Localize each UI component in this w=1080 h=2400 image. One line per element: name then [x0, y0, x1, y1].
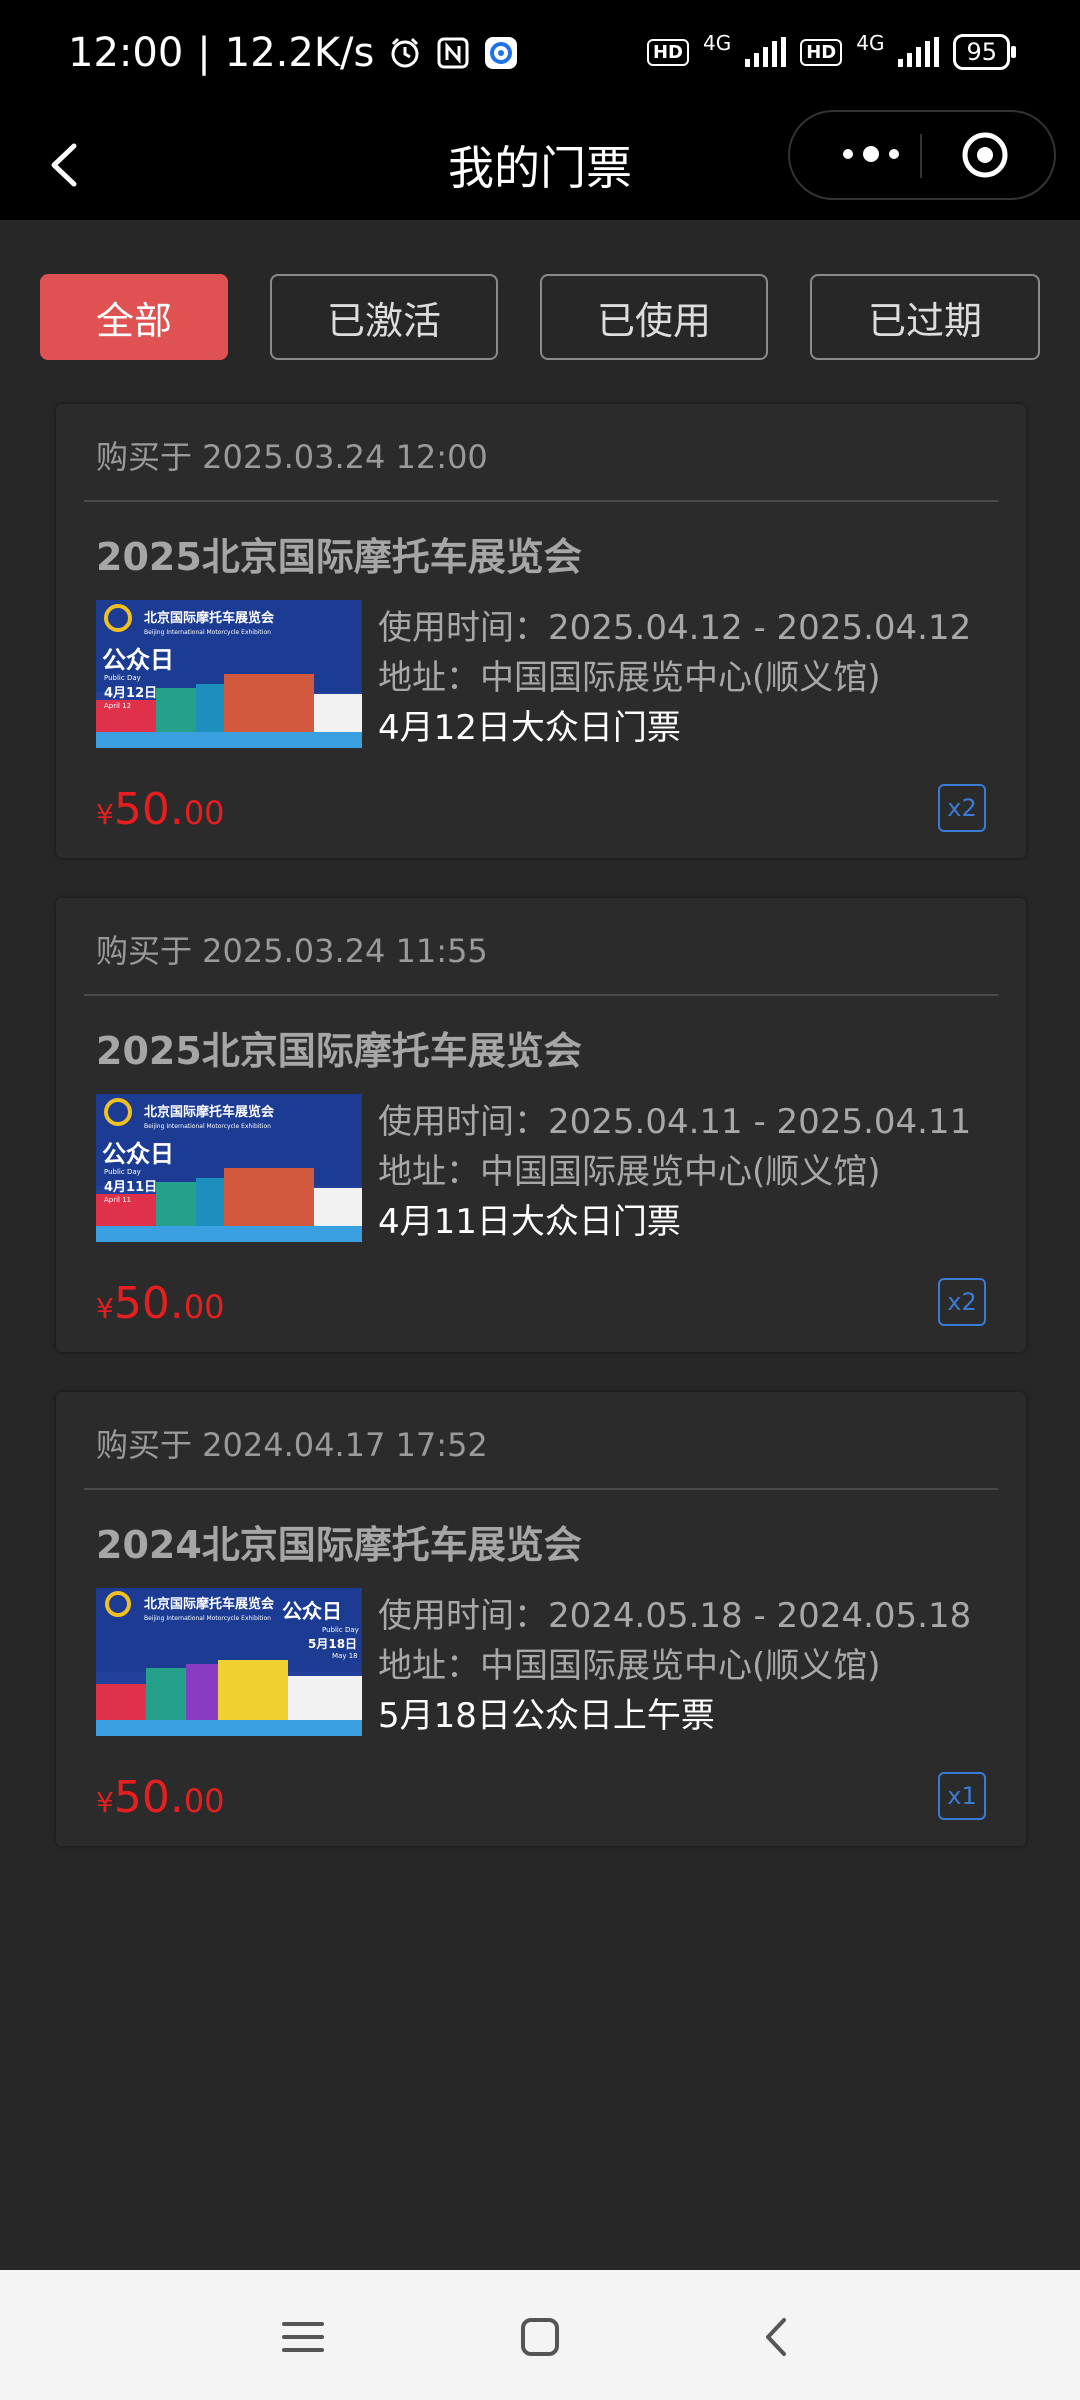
ticket-poster-image: 北京国际摩托车展览会 Beijing International Motorcy… [96, 1094, 362, 1242]
hd-badge-2: HD [800, 38, 843, 66]
app-notification-icon [484, 36, 518, 70]
venue-address: 地址：中国国际展览中心(顺义馆) [378, 1152, 881, 1192]
network-label-1: 4G [702, 31, 732, 55]
ticket-thumbnail: 北京国际摩托车展览会 Beijing International Motorcy… [96, 600, 362, 748]
poster-date-en-text: April 11 [104, 1196, 131, 1204]
price-integer: 50. [113, 1772, 184, 1823]
venue-address: 地址：中国国际展览中心(顺义馆) [378, 658, 881, 698]
price-integer: 50. [113, 1278, 184, 1329]
network-label-2: 4G [856, 31, 885, 55]
nav-bar: 我的门票 [0, 110, 1080, 220]
quantity-badge: x1 [938, 1772, 986, 1820]
poster-day-en-text: Public Day [104, 1168, 141, 1176]
home-square-icon [521, 2318, 559, 2356]
quantity-badge: x2 [938, 784, 986, 832]
ticket-poster-image: 北京国际摩托车展览会 Beijing International Motorcy… [96, 600, 362, 748]
price-currency: ¥ [96, 1786, 114, 1819]
poster-date-text: 5月18日 [308, 1637, 357, 1651]
status-bar: 12:00 | 12.2K/s HD 4G HD 4G 95 [0, 0, 1080, 110]
ticket-title: 2025北京国际摩托车展览会 [96, 1029, 582, 1073]
ticket-price: ¥50.00 [96, 1278, 225, 1329]
ticket-thumbnail: 北京国际摩托车展览会 Beijing International Motorcy… [96, 1094, 362, 1242]
nfc-icon [436, 36, 470, 70]
signal-bars-1-icon [745, 37, 787, 67]
poster-sub-text: Beijing International Motorcycle Exhibit… [144, 1615, 271, 1622]
status-net-speed: 12.2K/s [224, 30, 375, 76]
home-button[interactable] [515, 2312, 565, 2362]
poster-date-text: 4月11日 [104, 1180, 157, 1195]
poster-header-text: 北京国际摩托车展览会 [144, 610, 275, 626]
price-decimal: 00 [183, 1782, 225, 1820]
status-left: 12:00 | 12.2K/s [68, 30, 518, 76]
ticket-description: 4月12日大众日门票 [378, 708, 681, 748]
alarm-icon [388, 36, 422, 70]
poster-day-text: 公众日 [282, 1599, 342, 1623]
target-circle-icon [962, 132, 1008, 178]
capsule-divider [920, 134, 922, 178]
signal-bars-2-icon [898, 37, 940, 67]
more-dots-icon [843, 146, 899, 162]
ticket-title: 2024北京国际摩托车展览会 [96, 1523, 582, 1567]
price-decimal: 00 [183, 794, 225, 832]
card-divider [84, 500, 998, 502]
ticket-poster-image: 北京国际摩托车展览会 Beijing International Motorcy… [96, 1588, 362, 1736]
ticket-title: 2025北京国际摩托车展览会 [96, 535, 582, 579]
price-decimal: 00 [183, 1288, 225, 1326]
filter-tabs: 全部 已激活 已使用 已过期 [40, 274, 1040, 364]
poster-day-text: 公众日 [102, 646, 174, 674]
ticket-description: 4月11日大众日门票 [378, 1202, 681, 1242]
poster-sub-text: Beijing International Motorcycle Exhibit… [144, 1123, 271, 1130]
usage-time: 使用时间：2025.04.12 - 2025.04.12 [378, 608, 972, 648]
ticket-thumbnail: 北京国际摩托车展览会 Beijing International Motorcy… [96, 1588, 362, 1736]
price-integer: 50. [113, 784, 184, 835]
poster-day-en-text: Public Day [104, 674, 141, 682]
venue-address: 地址：中国国际展览中心(顺义馆) [378, 1646, 881, 1686]
ticket-card[interactable]: 购买于 2024.04.17 17:52 2024北京国际摩托车展览会 北京国际… [56, 1392, 1026, 1846]
ticket-card[interactable]: 购买于 2025.03.24 11:55 2025北京国际摩托车展览会 北京国际… [56, 898, 1026, 1352]
card-divider [84, 1488, 998, 1490]
price-currency: ¥ [96, 798, 114, 831]
poster-header-text: 北京国际摩托车展览会 [144, 1596, 275, 1612]
back-chevron-icon [766, 2318, 786, 2356]
poster-header-text: 北京国际摩托车展览会 [144, 1104, 275, 1120]
ticket-price: ¥50.00 [96, 784, 225, 835]
system-nav-bar [0, 2270, 1080, 2400]
status-right: HD 4G HD 4G 95 [646, 31, 1016, 70]
quantity-badge: x2 [938, 1278, 986, 1326]
ticket-description: 5月18日公众日上午票 [378, 1696, 715, 1736]
battery-indicator: 95 [953, 34, 1016, 70]
close-mini-program-button[interactable] [960, 130, 1010, 180]
ticket-price: ¥50.00 [96, 1772, 225, 1823]
more-menu-button[interactable] [826, 134, 916, 174]
purchase-time: 购买于 2025.03.24 12:00 [96, 438, 488, 476]
poster-day-en-text: Public Day [322, 1626, 359, 1634]
tab-all[interactable]: 全部 [40, 274, 228, 360]
status-time: 12:00 [68, 30, 184, 76]
system-back-button[interactable] [752, 2312, 802, 2362]
usage-time: 使用时间：2025.04.11 - 2025.04.11 [378, 1102, 972, 1142]
usage-time: 使用时间：2024.05.18 - 2024.05.18 [378, 1596, 972, 1636]
ticket-card[interactable]: 购买于 2025.03.24 12:00 2025北京国际摩托车展览会 北京国际… [56, 404, 1026, 858]
status-separator: | [197, 30, 211, 76]
tab-expired[interactable]: 已过期 [810, 274, 1040, 360]
tab-activated[interactable]: 已激活 [270, 274, 498, 360]
poster-date-text: 4月12日 [104, 686, 157, 701]
card-divider [84, 994, 998, 996]
poster-sub-text: Beijing International Motorcycle Exhibit… [144, 629, 271, 636]
purchase-time: 购买于 2024.04.17 17:52 [96, 1426, 488, 1464]
poster-day-text: 公众日 [102, 1140, 174, 1168]
mini-program-capsule [788, 110, 1056, 200]
recents-button[interactable] [278, 2312, 328, 2362]
price-currency: ¥ [96, 1292, 114, 1325]
menu-lines-icon [282, 2322, 324, 2352]
tab-used[interactable]: 已使用 [540, 274, 768, 360]
purchase-time: 购买于 2025.03.24 11:55 [96, 932, 488, 970]
hd-badge-1: HD [646, 38, 689, 66]
poster-date-en-text: May 18 [332, 1652, 358, 1660]
poster-date-en-text: April 12 [104, 702, 131, 710]
